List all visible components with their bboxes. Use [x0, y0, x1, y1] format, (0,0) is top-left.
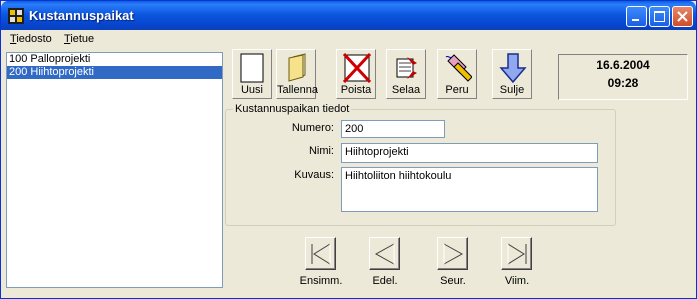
- numero-label: Numero:: [291, 122, 334, 134]
- next-record-button[interactable]: [437, 237, 468, 270]
- browse-button[interactable]: Selaa: [386, 49, 426, 99]
- close-icon: [677, 11, 688, 22]
- minimize-button[interactable]: [626, 6, 647, 27]
- new-document-icon: [240, 53, 264, 83]
- close-button[interactable]: [672, 6, 693, 27]
- app-icon: [8, 8, 24, 24]
- save-button[interactable]: Tallenna: [276, 49, 318, 99]
- current-time: 09:28: [607, 76, 639, 90]
- maximize-icon: [654, 11, 665, 22]
- previous-record-button[interactable]: [369, 237, 400, 270]
- details-legend: Kustannuspaikan tiedot: [233, 103, 352, 115]
- nimi-label: Nimi:: [308, 145, 334, 157]
- minimize-icon: [632, 19, 639, 21]
- folder-icon: [288, 53, 306, 82]
- first-record-icon: [311, 243, 331, 265]
- menu-tietue[interactable]: Tietue: [64, 33, 94, 45]
- browse-button-label: Selaa: [391, 84, 421, 96]
- list-item[interactable]: 200 Hiihtoprojekti: [7, 66, 222, 79]
- new-button-label: Uusi: [240, 84, 263, 96]
- menu-tiedosto-label: iedosto: [16, 33, 52, 45]
- first-record-button[interactable]: [305, 237, 336, 270]
- details-groupbox: Kustannuspaikan tiedot Numero: 200 Nimi:…: [225, 103, 616, 226]
- title-bar[interactable]: Kustannuspaikat: [1, 1, 696, 30]
- close-form-button[interactable]: Sulje: [492, 49, 532, 99]
- save-button-label: Tallenna: [277, 84, 318, 96]
- undo-button[interactable]: Peru: [437, 49, 477, 99]
- menu-tietue-label: ietue: [70, 33, 95, 45]
- last-record-label: Viim.: [504, 275, 530, 287]
- eraser-pencil-icon: [445, 54, 472, 82]
- previous-record-label: Edel.: [372, 275, 398, 287]
- main-window: Kustannuspaikat Tiedosto Tietue 100 Pall…: [0, 0, 697, 299]
- menu-tiedosto[interactable]: Tiedosto: [10, 33, 52, 45]
- nimi-field[interactable]: Hiihtoprojekti: [341, 143, 598, 163]
- current-date: 16.6.2004: [596, 58, 650, 72]
- first-record-label: Ensimm.: [299, 275, 343, 287]
- down-arrow-icon: [499, 53, 527, 83]
- delete-button[interactable]: Poista: [336, 49, 376, 99]
- browse-icon: [396, 57, 417, 79]
- next-record-label: Seur.: [440, 275, 466, 287]
- cost-center-list[interactable]: 100 Palloprojekti 200 Hiihtoprojekti: [6, 52, 223, 288]
- previous-record-icon: [374, 243, 395, 265]
- kuvaus-label: Kuvaus:: [294, 169, 334, 181]
- menu-bar: Tiedosto Tietue: [2, 30, 695, 49]
- numero-field[interactable]: 200: [341, 120, 445, 138]
- next-record-icon: [443, 243, 464, 265]
- delete-x-icon: [343, 53, 371, 83]
- last-record-icon: [507, 243, 527, 265]
- kuvaus-field[interactable]: Hiihtoliiton hiihtokoulu: [341, 167, 598, 212]
- last-record-button[interactable]: [501, 237, 532, 270]
- close-form-button-label: Sulje: [499, 84, 525, 96]
- window-title: Kustannuspaikat: [29, 8, 134, 23]
- maximize-button[interactable]: [649, 6, 670, 27]
- new-button[interactable]: Uusi: [232, 49, 272, 99]
- undo-button-label: Peru: [445, 84, 469, 96]
- delete-button-label: Poista: [340, 84, 372, 96]
- date-time-panel: 16.6.2004 09:28: [558, 54, 688, 100]
- list-item[interactable]: 100 Palloprojekti: [7, 53, 222, 66]
